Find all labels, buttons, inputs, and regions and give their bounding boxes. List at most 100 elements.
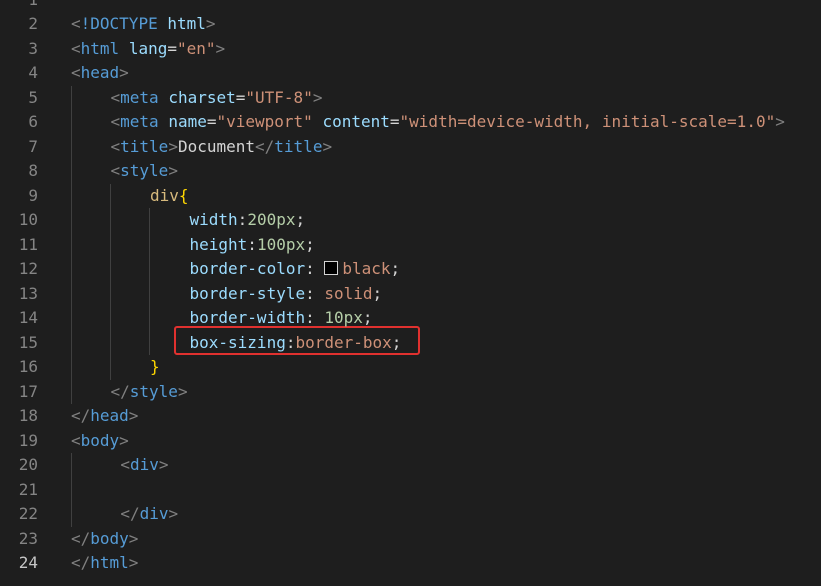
code-token: html — [167, 14, 206, 33]
code-token: : — [305, 308, 325, 327]
code-line[interactable]: 4 <head> — [0, 61, 821, 86]
code-text: border-color: black; — [190, 257, 401, 282]
code-text: width:200px; — [190, 208, 306, 233]
code-text: <!DOCTYPE html> — [71, 12, 216, 37]
code-text: <style> — [111, 159, 178, 184]
code-token: ; — [390, 259, 401, 278]
code-token: title — [120, 136, 169, 156]
code-line[interactable]: 15 box-sizing:border-box; — [0, 331, 821, 356]
line-number: 18 — [18, 406, 38, 425]
code-line[interactable]: 9 div{ — [0, 184, 821, 209]
code-text: </div> — [120, 502, 178, 527]
code-line[interactable]: 10 width:200px; — [0, 208, 821, 233]
code-token: content — [322, 112, 390, 131]
code-line[interactable]: 6 <meta name="viewport" content="width=de… — [0, 110, 821, 135]
code-line[interactable]: 13 border-style: solid; — [0, 282, 821, 307]
code-line[interactable]: 1 — [0, 0, 821, 12]
code-token: html — [80, 38, 120, 58]
code-token: border-style — [189, 283, 306, 303]
code-token: "width=device-width, initial-scale=1.0" — [399, 112, 776, 131]
code-token: div — [130, 455, 159, 474]
code-token: = — [389, 112, 400, 131]
code-token: > — [168, 136, 178, 156]
code-token: < — [71, 63, 81, 82]
code-line[interactable]: 14 border-width: 10px; — [0, 306, 821, 331]
code-line[interactable]: 5 <meta charset="UTF-8"> — [0, 86, 821, 111]
code-token: Document — [177, 136, 256, 156]
code-token: "UTF-8" — [245, 87, 313, 107]
code-text: <div> — [120, 453, 168, 478]
code-token: width — [189, 210, 238, 229]
code-token: < — [71, 14, 81, 33]
indent-guide — [71, 85, 72, 404]
code-token: } — [150, 357, 160, 376]
line-number: 12 — [18, 259, 38, 278]
code-text: <head> — [71, 61, 129, 86]
code-line[interactable]: 2 <!DOCTYPE html> — [0, 12, 821, 37]
code-token: head — [90, 406, 129, 425]
indent-guide — [149, 208, 150, 355]
code-token: < — [110, 161, 121, 180]
line-number: 1 — [0, 0, 38, 12]
line-number: 23 — [18, 528, 38, 548]
line-number: 22 — [18, 504, 38, 523]
code-token: html — [90, 553, 129, 572]
code-token: : — [305, 259, 325, 278]
indent-guide — [71, 453, 72, 527]
code-token: body — [80, 430, 120, 450]
line-number: 20 — [18, 455, 38, 474]
code-line[interactable]: 8 <style> — [0, 159, 821, 184]
code-token: </ — [71, 528, 91, 548]
code-token: > — [158, 455, 169, 474]
code-token: < — [71, 430, 81, 450]
code-token: title — [274, 136, 323, 156]
line-number: 15 — [18, 332, 38, 352]
code-line[interactable]: 22 </div> — [0, 502, 821, 527]
code-token: "viewport" — [216, 112, 313, 131]
code-token: > — [312, 87, 323, 107]
code-line[interactable]: 7 <title>Document</title> — [0, 135, 821, 160]
code-line[interactable]: 23 </body> — [0, 527, 821, 552]
code-token: > — [128, 406, 139, 425]
line-number: 8 — [28, 161, 38, 180]
code-token: > — [177, 381, 188, 401]
code-token: lang — [128, 38, 168, 58]
code-line[interactable]: 20 <div> — [0, 453, 821, 478]
code-text: <title>Document</title> — [111, 135, 333, 160]
line-number: 10 — [18, 210, 38, 229]
code-token: ; — [305, 234, 315, 254]
code-token: charset — [168, 87, 236, 107]
code-line[interactable]: 3 <html lang="en"> — [0, 37, 821, 62]
code-token: > — [322, 136, 333, 156]
code-token: </ — [71, 406, 91, 425]
code-token: div — [150, 185, 179, 205]
code-line[interactable]: 16} — [0, 355, 821, 380]
line-number: 11 — [18, 234, 38, 254]
code-token: < — [110, 112, 121, 131]
line-number: 7 — [28, 136, 38, 156]
code-token: "en" — [176, 38, 216, 58]
code-token: = — [235, 87, 246, 107]
code-token: ; — [372, 283, 383, 303]
code-token: { — [178, 185, 189, 205]
code-line[interactable]: 24 </html> — [0, 551, 821, 576]
code-token: border-color — [189, 259, 306, 278]
code-line[interactable]: 17 </style> — [0, 380, 821, 405]
code-line[interactable]: 19 <body> — [0, 429, 821, 454]
code-editor[interactable]: 12<!DOCTYPE html>3<html lang="en">4<head… — [0, 0, 821, 586]
code-text: <html lang="en"> — [71, 37, 225, 62]
code-token: > — [168, 161, 178, 180]
code-text: <meta name="viewport" content="width=dev… — [111, 110, 785, 135]
code-line[interactable]: 21 — [0, 478, 821, 503]
line-number: 4 — [28, 63, 38, 82]
code-line[interactable]: 11 height:100px; — [0, 233, 821, 258]
code-text: </html> — [71, 551, 138, 576]
code-text: div{ — [150, 184, 189, 209]
code-line[interactable]: 18 </head> — [0, 404, 821, 429]
code-token: < — [120, 455, 131, 474]
line-number: 2 — [28, 14, 38, 33]
code-line[interactable]: 12 border-color: black; — [0, 257, 821, 282]
code-token: < — [110, 136, 121, 156]
